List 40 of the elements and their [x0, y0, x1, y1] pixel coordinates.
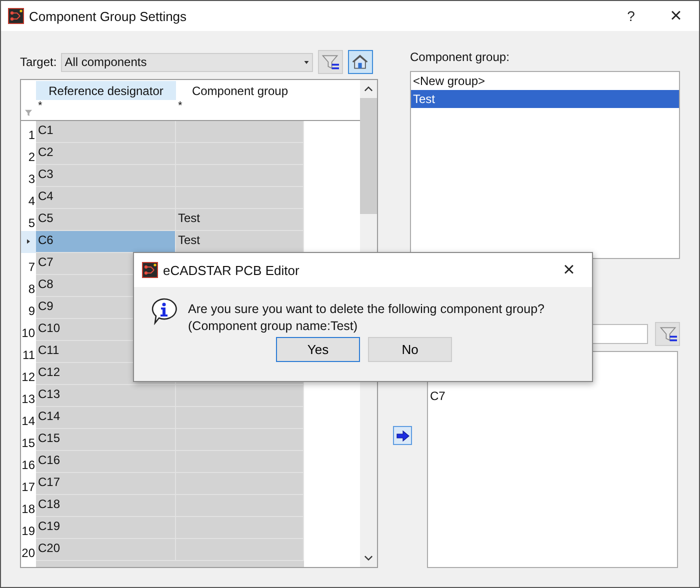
message-detail: (Component group name:Test) [188, 318, 359, 335]
table-cell: C4 [36, 187, 176, 209]
table-cell: C1 [36, 121, 176, 143]
table-cell: C13 [36, 385, 176, 407]
row-number: 11 [22, 348, 35, 362]
table-cell: C15 [36, 429, 176, 451]
table-cell: Test [176, 209, 304, 231]
row-number: 18 [22, 502, 35, 516]
table-cell: C3 [36, 165, 176, 187]
message-text: Are you sure you want to delete the following component group? [188, 301, 544, 318]
row-number: 14 [22, 414, 35, 428]
row-number: 8 [28, 282, 35, 296]
row-number: 2 [28, 150, 35, 164]
table-cell: C18 [36, 495, 176, 517]
row-number: 12 [22, 370, 35, 384]
table-cell: C17 [36, 473, 176, 495]
row-number: 15 [22, 436, 35, 450]
table-cell: C2 [36, 143, 176, 165]
table-cell: C14 [36, 407, 176, 429]
group-label: Component group: [410, 49, 510, 66]
table-cell: C5 [36, 209, 176, 231]
row-number: 19 [22, 524, 35, 538]
row-number: 5 [28, 216, 35, 230]
row-number: 7 [28, 260, 35, 274]
row-number: 1 [28, 128, 35, 142]
table-cell: C19 [36, 517, 176, 539]
row-number: 13 [22, 392, 35, 406]
target-label: Target: [20, 55, 57, 69]
table-cell: C16 [36, 451, 176, 473]
row-number: 20 [22, 546, 35, 560]
row-number: 3 [28, 172, 35, 186]
window-title: Component Group Settings [29, 8, 187, 24]
row-number: 9 [28, 304, 35, 318]
row-number: 16 [22, 458, 35, 472]
table-cell: C20 [36, 539, 176, 561]
row-number: 10 [22, 326, 35, 340]
row-number: 4 [28, 194, 35, 208]
row-number: 17 [22, 480, 35, 494]
table-cell: Test [176, 231, 304, 253]
table-cell: C6 [36, 231, 176, 253]
